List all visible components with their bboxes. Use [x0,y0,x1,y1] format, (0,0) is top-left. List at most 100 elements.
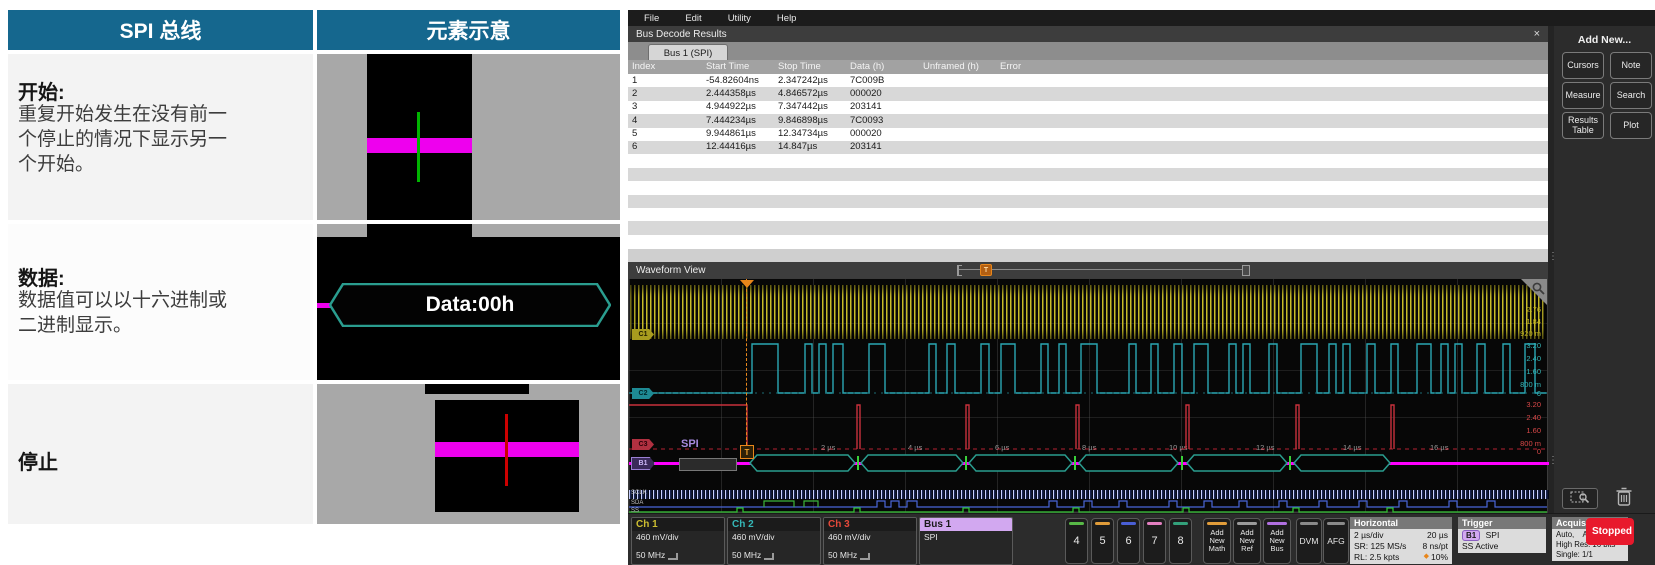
table-cell: 000020 [846,128,919,141]
table-cell [996,181,1548,194]
decode-tabstrip: Bus 1 (SPI) [628,42,1548,60]
sidebar-button-label: Note [1621,61,1640,70]
table-row[interactable] [628,154,1548,167]
channel-card-ch2[interactable]: Ch 2460 mV/div50 MHz [727,517,821,565]
tab-bus1-spi[interactable]: Bus 1 (SPI) [648,44,728,61]
channel-bandwidth-value: 50 MHz [828,550,857,561]
menu-item-help[interactable]: Help [777,13,797,24]
channel-4-button[interactable]: 4 [1065,518,1088,564]
column-header: Unframed (h) [919,60,996,74]
overview-handle[interactable] [1242,265,1250,276]
table-cell [996,87,1548,100]
channel-scale-value: 460 mV/div [636,532,720,543]
table-cell [702,221,774,234]
channel-card-bus1[interactable]: Bus 1SPI [919,517,1013,565]
trigger-title: Trigger [1458,517,1546,529]
table-cell: 2.444358µs [702,87,774,100]
table-cell [846,235,919,248]
add-button-color-bar [1267,522,1287,525]
screenshot-canvas: SPI 总线 元素示意 开始: 重复开始发生在没有前一个停止的情况下显示另一个开… [0,0,1655,565]
bus-trigger-marker[interactable]: T [740,445,754,459]
table-cell: 7C009B [846,74,919,87]
table-cell [996,195,1548,208]
table-cell [919,154,996,167]
add-new-ref-button[interactable]: AddNewRef [1233,518,1261,564]
sidebar-button-search[interactable]: Search [1610,82,1652,109]
table-row[interactable]: 34.944922µs7.347442µs203141 [628,101,1548,114]
channel-8-button[interactable]: 8 [1169,518,1192,564]
table-row[interactable]: 59.944861µs12.34734µs000020 [628,128,1548,141]
table-row[interactable]: 1-54.82604ns2.347242µs7C009B [628,74,1548,87]
table-cell: 2 [628,87,702,100]
menu-item-utility[interactable]: Utility [728,13,751,24]
add-new-math-button[interactable]: AddNewMath [1203,518,1231,564]
menu-item-file[interactable]: File [644,13,659,24]
doc-start-body: 重复开始发生在没有前一个停止的情况下显示另一个开始。 [18,102,308,177]
overview-trigger-icon[interactable]: T [980,264,992,276]
dvm-button[interactable]: DVM [1296,518,1322,564]
table-cell [774,168,846,181]
doc-body-line: 个停止的情况下显示另一 [18,127,308,152]
horizontal-panel[interactable]: Horizontal 2 µs/div 20 µsSR: 125 MS/s8 ns… [1350,517,1452,564]
channel-card-ch1[interactable]: Ch 1460 mV/div50 MHz [631,517,725,565]
channel-5-button[interactable]: 5 [1091,518,1114,564]
channel-bandwidth-value: 50 MHz [636,550,665,561]
waveform-window-titlebar[interactable]: Waveform View [628,262,1548,278]
sidebar-button-results-table[interactable]: ResultsTable [1562,112,1604,139]
table-cell [846,195,919,208]
afg-button[interactable]: AFG [1323,518,1349,564]
sidebar-button-cursors[interactable]: Cursors [1562,52,1604,79]
table-row[interactable] [628,208,1548,221]
channel-card-ch3[interactable]: Ch 3460 mV/div50 MHz [823,517,917,565]
column-header: Error [996,60,1548,74]
sidebar-button-plot[interactable]: Plot [1610,112,1652,139]
table-cell [996,168,1548,181]
trigger-position-line[interactable] [746,279,747,445]
table-row[interactable]: 612.44416µs14.847µs203141 [628,141,1548,154]
table-row[interactable] [628,235,1548,248]
table-cell [774,208,846,221]
horizontal-value-left: 2 µs/div [1354,530,1383,541]
channel-7-button[interactable]: 7 [1143,518,1166,564]
table-cell [996,235,1548,248]
table-cell: 6 [628,141,702,154]
table-row[interactable] [628,195,1548,208]
trigger-triangle-icon[interactable] [740,280,754,288]
table-cell [919,114,996,127]
table-cell [919,74,996,87]
table-cell [628,181,702,194]
decode-window-titlebar[interactable]: Bus Decode Results × [628,26,1548,42]
add-button-color-bar [1207,522,1227,525]
table-cell [702,168,774,181]
doc-stop-title: 停止 [18,446,58,475]
channel-6-button[interactable]: 6 [1117,518,1140,564]
delete-button[interactable] [1610,486,1638,510]
channel-color-bar [1173,522,1188,525]
table-row[interactable] [628,168,1548,181]
waveform-graticule[interactable]: T C1 C2 C3 B1 SPI 2.761.84920 m 3.202.40… [628,278,1548,513]
table-cell: 14.847µs [774,141,846,154]
trigger-panel[interactable]: Trigger B1 SPI SS Active [1458,517,1546,553]
menu-item-edit[interactable]: Edit [685,13,701,24]
channel-color-bar [1121,522,1136,525]
close-icon[interactable]: × [1534,28,1540,40]
trash-icon [1615,487,1633,507]
overview-slider-track[interactable] [958,269,1248,270]
horizontal-value-text: 20 µs [1427,530,1448,541]
table-row[interactable]: 47.444234µs9.846898µs7C0093 [628,114,1548,127]
stopped-button[interactable]: Stopped [1586,518,1634,545]
data-figure-topstrip [367,224,472,237]
table-cell: 9.944861µs [702,128,774,141]
add-new-bus-button[interactable]: AddNewBus [1263,518,1291,564]
table-row[interactable] [628,181,1548,194]
horizontal-row: 2 µs/div 20 µs [1354,530,1448,541]
zoom-mode-button[interactable] [1562,488,1598,509]
horizontal-row: SR: 125 MS/s8 ns/pt [1354,541,1448,552]
table-row[interactable] [628,221,1548,234]
sidebar-button-measure[interactable]: Measure [1562,82,1604,109]
sidebar-button-note[interactable]: Note [1610,52,1652,79]
column-header: Start Time [702,60,774,74]
table-row[interactable]: 22.444358µs4.846572µs000020 [628,87,1548,100]
horizontal-title: Horizontal [1350,517,1452,529]
doc-body-line: 个开始。 [18,152,308,177]
